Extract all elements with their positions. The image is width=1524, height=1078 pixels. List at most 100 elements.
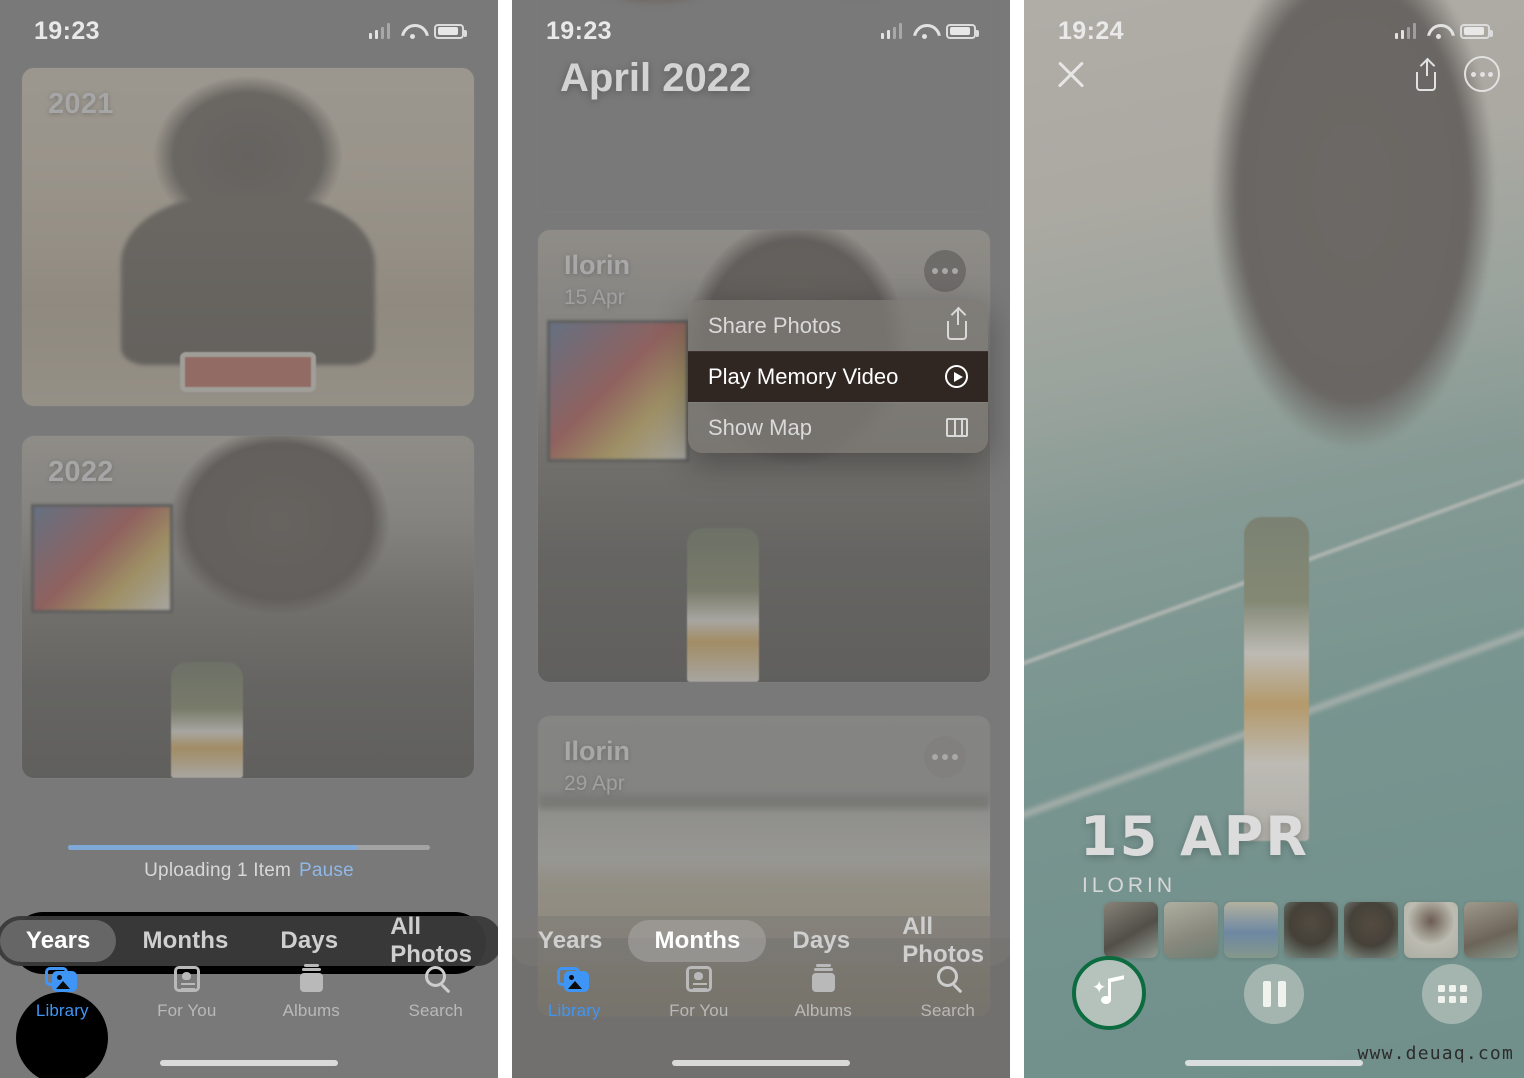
tab-library[interactable]: Library xyxy=(0,958,125,1021)
filmstrip-thumb[interactable] xyxy=(1404,902,1458,958)
status-indicators xyxy=(368,23,467,39)
tab-for-you-label: For You xyxy=(157,1001,217,1020)
context-menu: Share Photos Play Memory Video Show Map xyxy=(688,300,988,453)
memory-card-title-2: Ilorin xyxy=(564,736,630,766)
battery-icon xyxy=(434,23,467,39)
wifi-icon xyxy=(1427,23,1449,39)
tab-search-label: Search xyxy=(920,1001,975,1020)
upload-pause-link[interactable]: Pause xyxy=(299,860,354,881)
tab-search-label: Search xyxy=(408,1001,463,1020)
memory-card-sub-1: 15 Apr xyxy=(564,286,625,309)
upload-progress: Uploading 1 Item Pause xyxy=(0,845,498,882)
memory-filmstrip[interactable] xyxy=(1104,902,1518,958)
share-icon xyxy=(944,307,970,340)
year-card-2022-label: 2022 xyxy=(48,456,114,488)
tab-library-label: Library xyxy=(547,1001,601,1020)
segment-months[interactable]: Months xyxy=(116,920,254,962)
status-indicators xyxy=(1394,23,1493,39)
albums-icon xyxy=(806,964,840,994)
battery-icon xyxy=(1460,23,1493,39)
filmstrip-thumb[interactable] xyxy=(1284,902,1338,958)
music-sparkle-icon[interactable]: ✦ xyxy=(1072,956,1146,1030)
status-time: 19:24 xyxy=(1058,16,1124,45)
tab-library[interactable]: Library xyxy=(512,958,637,1021)
more-options-icon[interactable] xyxy=(1464,56,1500,92)
filmstrip-thumb[interactable] xyxy=(1104,902,1158,958)
upload-progress-bar xyxy=(68,845,430,850)
tab-for-you-label: For You xyxy=(669,1001,729,1020)
memory-video-bottle xyxy=(1244,517,1309,841)
cellular-bars-icon xyxy=(368,23,390,39)
share-icon[interactable] xyxy=(1412,57,1442,91)
filmstrip-thumb[interactable] xyxy=(1164,902,1218,958)
segment-years[interactable]: Years xyxy=(512,920,628,962)
status-bar: 19:23 xyxy=(0,0,498,62)
albums-icon xyxy=(294,964,328,994)
year-card-2022[interactable]: 2022 xyxy=(22,436,474,778)
memory-title: 15 APR xyxy=(1080,805,1309,868)
memory-subtitle: ILORIN xyxy=(1082,874,1177,897)
memory-card-title-1: Ilorin xyxy=(564,250,630,280)
screenshot-stage: 2021 2022 19:23 Uploading 1 Item Pause Y… xyxy=(0,0,1524,1078)
context-menu-item-play-memory-video[interactable]: Play Memory Video xyxy=(688,351,988,402)
replay-icon xyxy=(944,363,970,391)
memory-player-controls: ✦ xyxy=(1024,952,1524,1042)
heart-card-icon xyxy=(682,964,716,994)
memory-card-sub-2: 29 Apr xyxy=(564,772,625,795)
tab-albums[interactable]: Albums xyxy=(761,958,886,1021)
segment-days[interactable]: Days xyxy=(766,920,876,962)
tab-albums[interactable]: Albums xyxy=(249,958,374,1021)
month-header-title: April 2022 xyxy=(560,56,752,100)
tab-albums-label: Albums xyxy=(282,1001,340,1020)
status-bar: 19:24 xyxy=(1024,0,1524,62)
context-menu-label-map: Show Map xyxy=(708,414,812,440)
home-indicator xyxy=(672,1060,850,1066)
grid-icon[interactable] xyxy=(1422,964,1482,1024)
tab-search[interactable]: Search xyxy=(374,958,499,1021)
year-card-2021[interactable]: 2021 xyxy=(22,68,474,406)
tab-for-you[interactable]: For You xyxy=(125,958,250,1021)
memory-video-subject xyxy=(1104,0,1524,647)
tab-search[interactable]: Search xyxy=(886,958,1011,1021)
home-indicator xyxy=(1185,1060,1363,1066)
close-icon[interactable] xyxy=(1054,58,1088,92)
memory-card-more-button-1[interactable] xyxy=(924,250,966,292)
pause-icon[interactable] xyxy=(1244,964,1304,1024)
segment-all-photos[interactable]: All Photos xyxy=(364,913,498,968)
map-icon xyxy=(944,414,970,442)
search-icon xyxy=(419,964,453,994)
cellular-bars-icon xyxy=(880,23,902,39)
status-time: 19:23 xyxy=(34,16,100,45)
status-bar: 19:23 xyxy=(512,0,1010,62)
library-icon xyxy=(557,964,591,994)
upload-label: Uploading 1 Item xyxy=(144,860,291,881)
segment-days[interactable]: Days xyxy=(254,920,364,962)
tab-library-label: Library xyxy=(35,1001,89,1020)
filmstrip-thumb[interactable] xyxy=(1464,902,1518,958)
filmstrip-thumb[interactable] xyxy=(1344,902,1398,958)
tab-bar: Library For You Albums Search xyxy=(0,958,498,1044)
memory-card-more-button-2[interactable] xyxy=(924,736,966,778)
site-watermark: www.deuaq.com xyxy=(1357,1043,1514,1064)
memory-card-ilorin-15apr[interactable]: Ilorin 15 Apr xyxy=(538,230,990,682)
tab-bar: Library For You Albums Search xyxy=(512,958,1010,1044)
phone-panel-months-view: Ilorin 15 Apr Ilorin 29 Apr April 2022 1… xyxy=(512,0,1010,1078)
year-card-2021-label: 2021 xyxy=(48,88,114,120)
tab-albums-label: Albums xyxy=(794,1001,852,1020)
context-menu-item-share-photos[interactable]: Share Photos xyxy=(688,300,988,351)
search-icon xyxy=(931,964,965,994)
context-menu-item-show-map[interactable]: Show Map xyxy=(688,402,988,453)
context-menu-label-play: Play Memory Video xyxy=(708,363,899,389)
cellular-bars-icon xyxy=(1394,23,1416,39)
segment-months[interactable]: Months xyxy=(628,920,767,962)
segment-years[interactable]: Years xyxy=(0,920,117,962)
library-icon xyxy=(45,964,79,994)
memory-player-top-actions xyxy=(1412,56,1500,92)
status-indicators xyxy=(880,23,979,39)
tab-for-you[interactable]: For You xyxy=(637,958,762,1021)
home-indicator xyxy=(160,1060,338,1066)
wifi-icon xyxy=(401,23,423,39)
segment-all-photos[interactable]: All Photos xyxy=(876,913,1010,968)
filmstrip-thumb[interactable] xyxy=(1224,902,1278,958)
context-menu-label-share: Share Photos xyxy=(708,312,842,338)
